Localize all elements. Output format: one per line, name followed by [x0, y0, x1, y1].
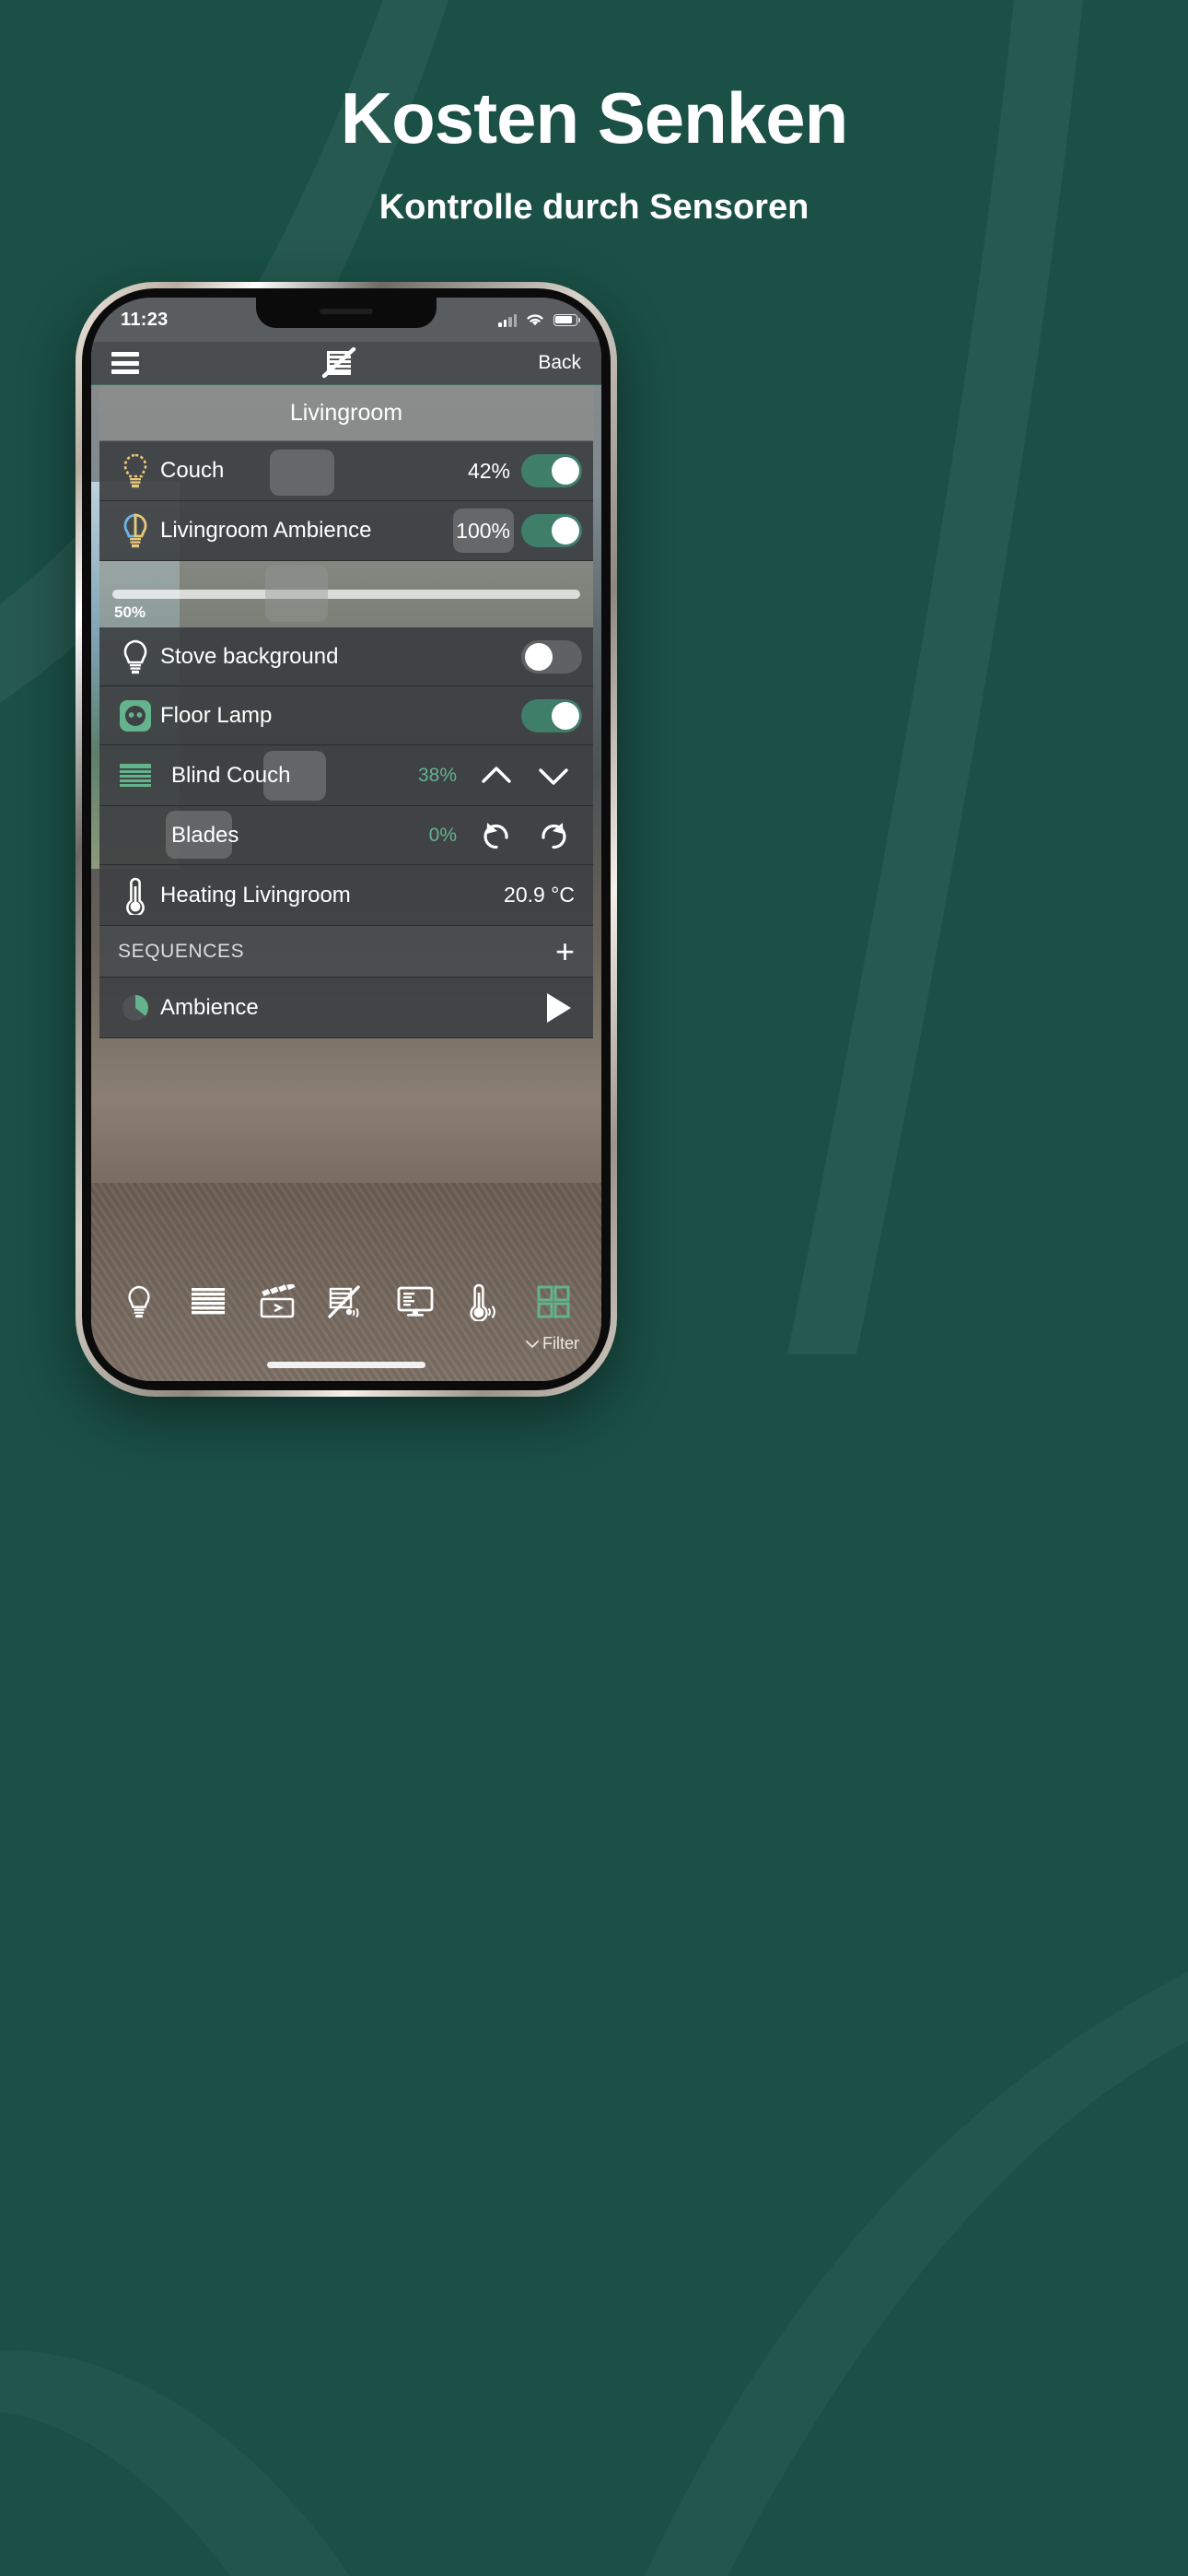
row-label: Blades [171, 822, 239, 848]
blind-value: 38% [417, 764, 457, 786]
page-title: Kosten Senken [340, 77, 848, 158]
row-label: Stove background [160, 643, 339, 669]
row-toggle[interactable] [521, 454, 582, 487]
rotate-left-icon[interactable] [468, 815, 525, 856]
thermometer-sensor-icon[interactable] [460, 1278, 508, 1326]
slider-value: 50% [114, 603, 146, 621]
blinds-icon[interactable] [184, 1278, 232, 1326]
signal-bars-icon [498, 313, 517, 327]
phone-screen: 11:23 Back Livingroom Couch 42% Livingro… [91, 298, 601, 1381]
battery-icon [553, 313, 580, 326]
chevron-down-icon [526, 1340, 539, 1348]
slider-track[interactable] [112, 590, 580, 599]
pie-chart-icon [111, 992, 160, 1024]
app-navigation-bar: Back [91, 342, 601, 385]
lightbulb-dashed-icon [111, 452, 160, 489]
phone-mockup: 11:23 Back Livingroom Couch 42% Livingro… [76, 282, 617, 1397]
touch-highlight [270, 450, 334, 496]
phone-notch [256, 298, 437, 328]
heating-row[interactable]: Heating Livingroom 20.9 °C [99, 865, 593, 926]
table-row[interactable]: Couch 42% [99, 441, 593, 501]
lightbulb-outline-icon [111, 638, 160, 675]
wifi-icon [527, 314, 543, 326]
table-row[interactable]: Floor Lamp [99, 686, 593, 745]
lightbulb-color-icon [111, 512, 160, 549]
filter-label: Filter [542, 1334, 579, 1352]
section-label: SEQUENCES [118, 940, 245, 962]
blinds-slash-logo-icon [321, 347, 355, 379]
device-list: Livingroom Couch 42% Livingroom Ambience… [99, 385, 593, 1038]
bottom-toolbar [91, 1269, 601, 1335]
blades-row[interactable]: Blades 0% [99, 806, 593, 865]
back-button[interactable]: Back [538, 352, 581, 374]
promo-text-block: Kosten Senken Kontrolle durch Sensoren [0, 0, 1188, 228]
row-label: Ambience [160, 994, 259, 1020]
blinds-icon [111, 760, 160, 791]
home-indicator[interactable] [267, 1362, 425, 1368]
row-toggle[interactable] [521, 698, 582, 732]
sequence-row[interactable]: Ambience [99, 978, 593, 1038]
status-time: 11:23 [121, 309, 169, 330]
temperature-value: 20.9 °C [504, 883, 575, 907]
row-toggle[interactable] [521, 514, 582, 547]
blind-sensor-slash-icon[interactable] [322, 1278, 370, 1326]
row-label: Blind Couch [171, 762, 291, 788]
chevron-down-icon[interactable] [525, 755, 582, 796]
thermometer-icon [111, 876, 160, 915]
power-socket-icon [111, 697, 160, 734]
hamburger-menu-icon[interactable] [111, 352, 139, 374]
table-row[interactable]: Livingroom Ambience 100% [99, 501, 593, 561]
row-toggle[interactable] [521, 639, 582, 673]
filter-control[interactable]: Filter [526, 1334, 579, 1353]
display-icon[interactable] [391, 1278, 439, 1326]
sequences-section-header: SEQUENCES + [99, 926, 593, 978]
earpiece-speaker [320, 309, 373, 314]
row-label: Floor Lamp [160, 702, 273, 728]
table-row[interactable]: Stove background [99, 627, 593, 686]
blades-value: 0% [428, 824, 457, 846]
clapperboard-icon[interactable] [253, 1278, 301, 1326]
chevron-up-icon[interactable] [468, 755, 525, 796]
rotate-right-icon[interactable] [525, 815, 582, 856]
row-value: 100% [456, 518, 510, 543]
row-label: Heating Livingroom [160, 882, 351, 907]
grid-icon[interactable] [530, 1278, 577, 1326]
brightness-slider-row[interactable]: 50% [99, 561, 593, 627]
play-icon[interactable] [547, 992, 571, 1023]
row-value: 42% [467, 458, 510, 483]
row-label: Livingroom Ambience [160, 518, 372, 543]
blind-row[interactable]: Blind Couch 38% [99, 745, 593, 806]
room-title: Livingroom [99, 385, 593, 441]
slider-thumb[interactable] [265, 565, 328, 622]
page-subtitle: Kontrolle durch Sensoren [379, 187, 809, 227]
lightbulb-icon[interactable] [115, 1278, 163, 1326]
plus-icon[interactable]: + [555, 934, 575, 967]
